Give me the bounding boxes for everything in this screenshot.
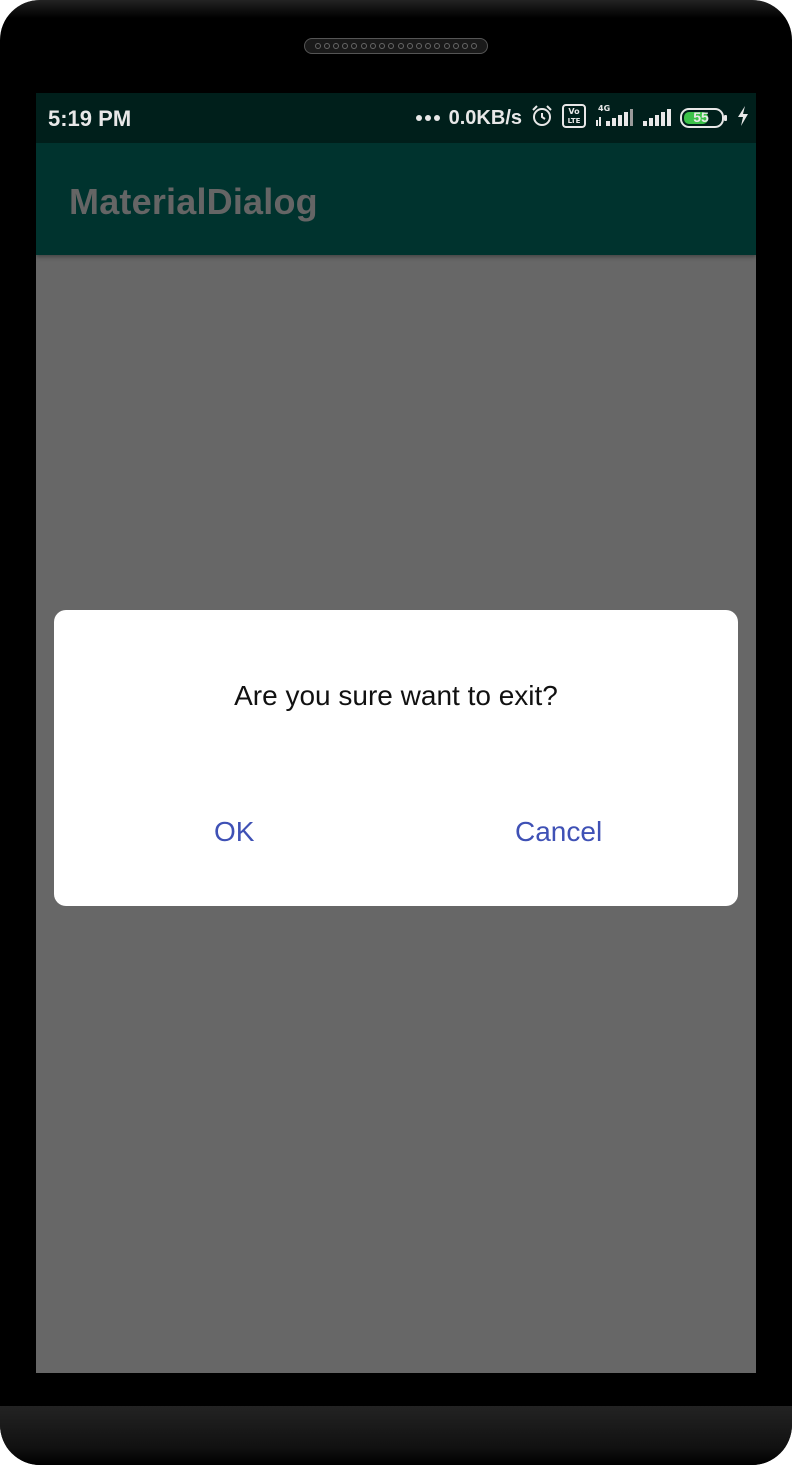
app-bar: MaterialDialog bbox=[36, 143, 756, 255]
ok-button[interactable]: OK bbox=[214, 816, 254, 848]
cancel-button[interactable]: Cancel bbox=[515, 816, 602, 848]
earpiece-speaker bbox=[304, 38, 488, 54]
status-bar: 5:19 PM 0.0KB/s Vo LTE 4G 55 bbox=[36, 93, 756, 143]
volte-icon: Vo LTE bbox=[562, 103, 586, 133]
battery-level: 55 bbox=[693, 109, 709, 125]
signal-4g-icon: 4G bbox=[594, 103, 634, 134]
phone-frame-shine bbox=[0, 0, 792, 30]
svg-text:Vo: Vo bbox=[568, 107, 580, 116]
charging-icon bbox=[736, 105, 750, 132]
signal-icon bbox=[642, 104, 672, 133]
svg-text:4G: 4G bbox=[598, 104, 610, 113]
status-time: 5:19 PM bbox=[48, 106, 132, 131]
svg-text:LTE: LTE bbox=[568, 117, 581, 125]
dots-icon bbox=[415, 109, 441, 127]
dialog-message: Are you sure want to exit? bbox=[234, 680, 558, 711]
status-icons: 0.0KB/s Vo LTE 4G 55 bbox=[415, 103, 750, 133]
phone-chin bbox=[0, 1406, 792, 1465]
battery-icon: 55 bbox=[680, 107, 728, 129]
exit-dialog: Are you sure want to exit? OK Cancel bbox=[54, 610, 738, 906]
app-title: MaterialDialog bbox=[69, 181, 318, 222]
phone-frame: 5:19 PM 0.0KB/s Vo LTE 4G 55 MaterialDia… bbox=[0, 0, 792, 1465]
alarm-icon bbox=[530, 104, 554, 133]
network-speed: 0.0KB/s bbox=[448, 106, 522, 129]
screen: 5:19 PM 0.0KB/s Vo LTE 4G 55 MaterialDia… bbox=[36, 93, 756, 1373]
